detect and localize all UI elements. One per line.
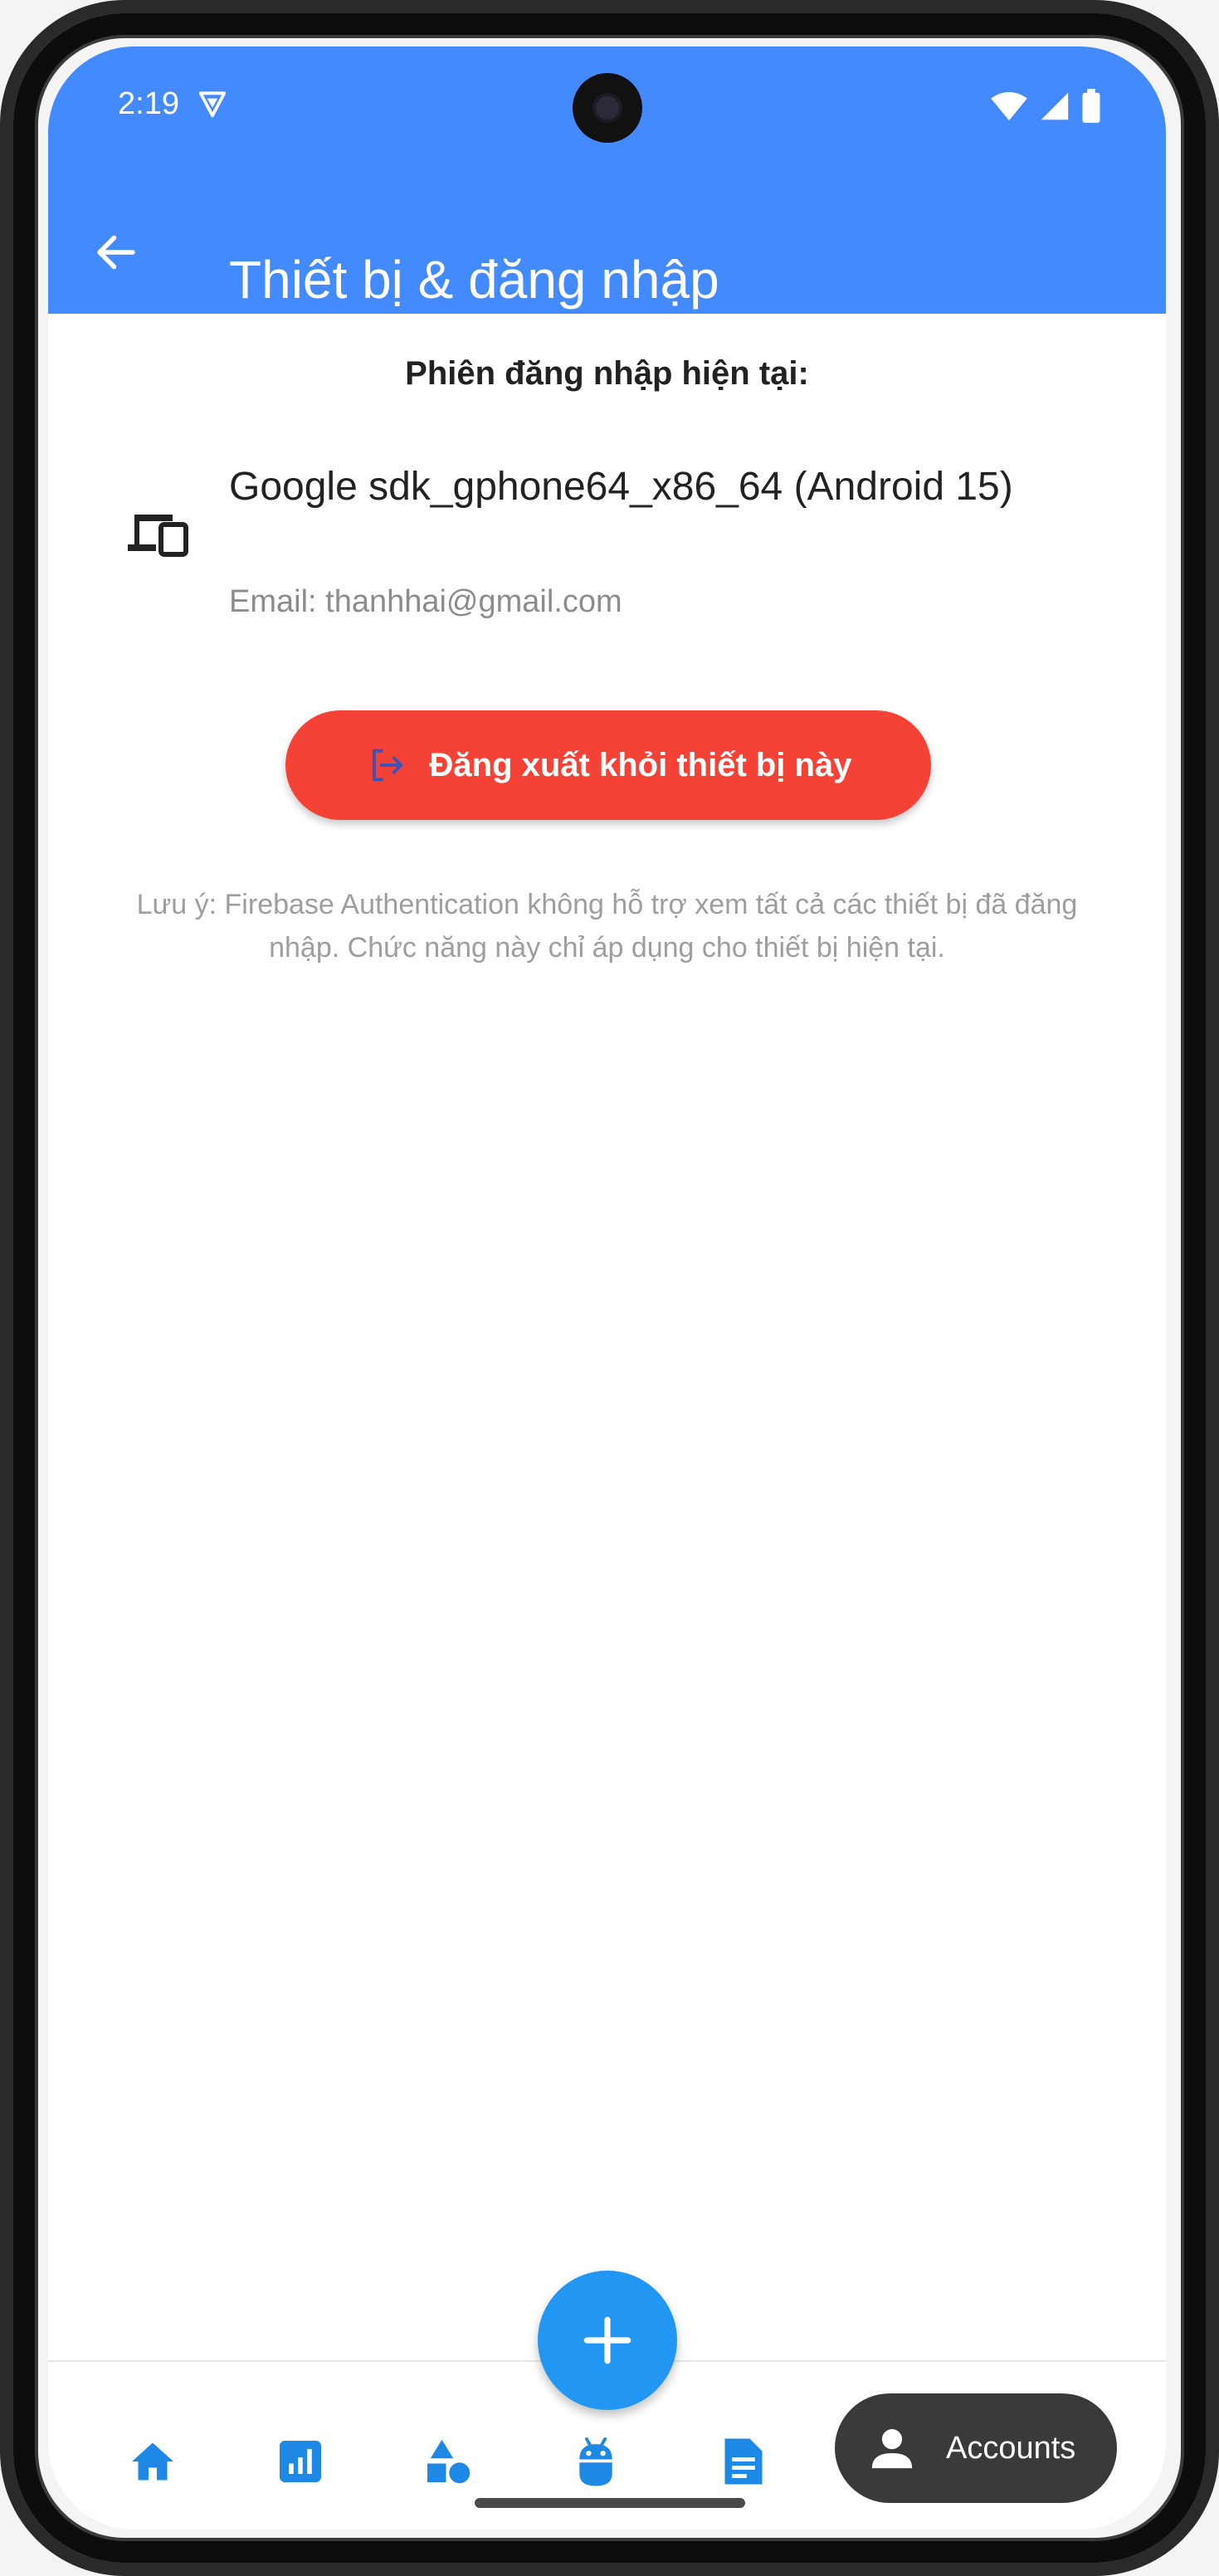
- session-heading: Phiên đăng nhập hiện tại:: [405, 355, 809, 392]
- phone-screen: 2:19 Thiết bị & đăng nhập Phiên đăng nhậ…: [48, 46, 1166, 2530]
- nav-accounts[interactable]: Accounts: [835, 2393, 1117, 2503]
- cell-signal-icon: [1041, 92, 1069, 120]
- volume-button: [1212, 1104, 1219, 1419]
- wifi-icon: [991, 91, 1027, 121]
- status-time: 2:19: [118, 86, 179, 121]
- nav-statistics[interactable]: [275, 2437, 325, 2486]
- home-icon: [132, 2442, 173, 2481]
- accounts-label: Accounts: [946, 2430, 1076, 2466]
- nav-home[interactable]: [128, 2437, 178, 2486]
- nav-documents[interactable]: [719, 2437, 768, 2486]
- logout-button-label: Đăng xuất khỏi thiết bị này: [429, 746, 852, 783]
- battery-icon: [1082, 89, 1100, 124]
- back-arrow-icon[interactable]: [91, 227, 141, 277]
- shapes-icon: [427, 2439, 471, 2484]
- bar-chart-icon: [280, 2441, 321, 2482]
- nav-android[interactable]: [571, 2437, 621, 2486]
- firebase-note: Lưu ý: Firebase Authentication không hỗ …: [136, 889, 1078, 964]
- power-button: [1212, 813, 1219, 971]
- add-button[interactable]: [538, 2271, 677, 2410]
- logout-icon: [372, 749, 402, 782]
- device-name: Google sdk_gphone64_x86_64 (Android 15): [229, 465, 1013, 509]
- plus-icon: [583, 2316, 631, 2364]
- logout-device-button[interactable]: Đăng xuất khỏi thiết bị này: [285, 710, 931, 820]
- nav-categories[interactable]: [423, 2437, 473, 2486]
- devices-icon: [128, 515, 188, 557]
- document-icon: [724, 2438, 763, 2485]
- device-email: Email: thanhhai@gmail.com: [229, 584, 622, 619]
- android-icon: [579, 2437, 612, 2486]
- front-camera: [573, 73, 642, 143]
- home-gesture-bar[interactable]: [475, 2498, 745, 2508]
- top-app-bar: 2:19 Thiết bị & đăng nhập: [48, 46, 1166, 314]
- page-title: Thiết bị & đăng nhập: [229, 250, 719, 310]
- person-icon: [871, 2429, 913, 2469]
- status-bar: 2:19: [48, 46, 1166, 143]
- app-bar: Thiết bị & đăng nhập: [48, 194, 1166, 310]
- vpn-shield-icon: [198, 91, 227, 118]
- system-icons: [990, 89, 1101, 124]
